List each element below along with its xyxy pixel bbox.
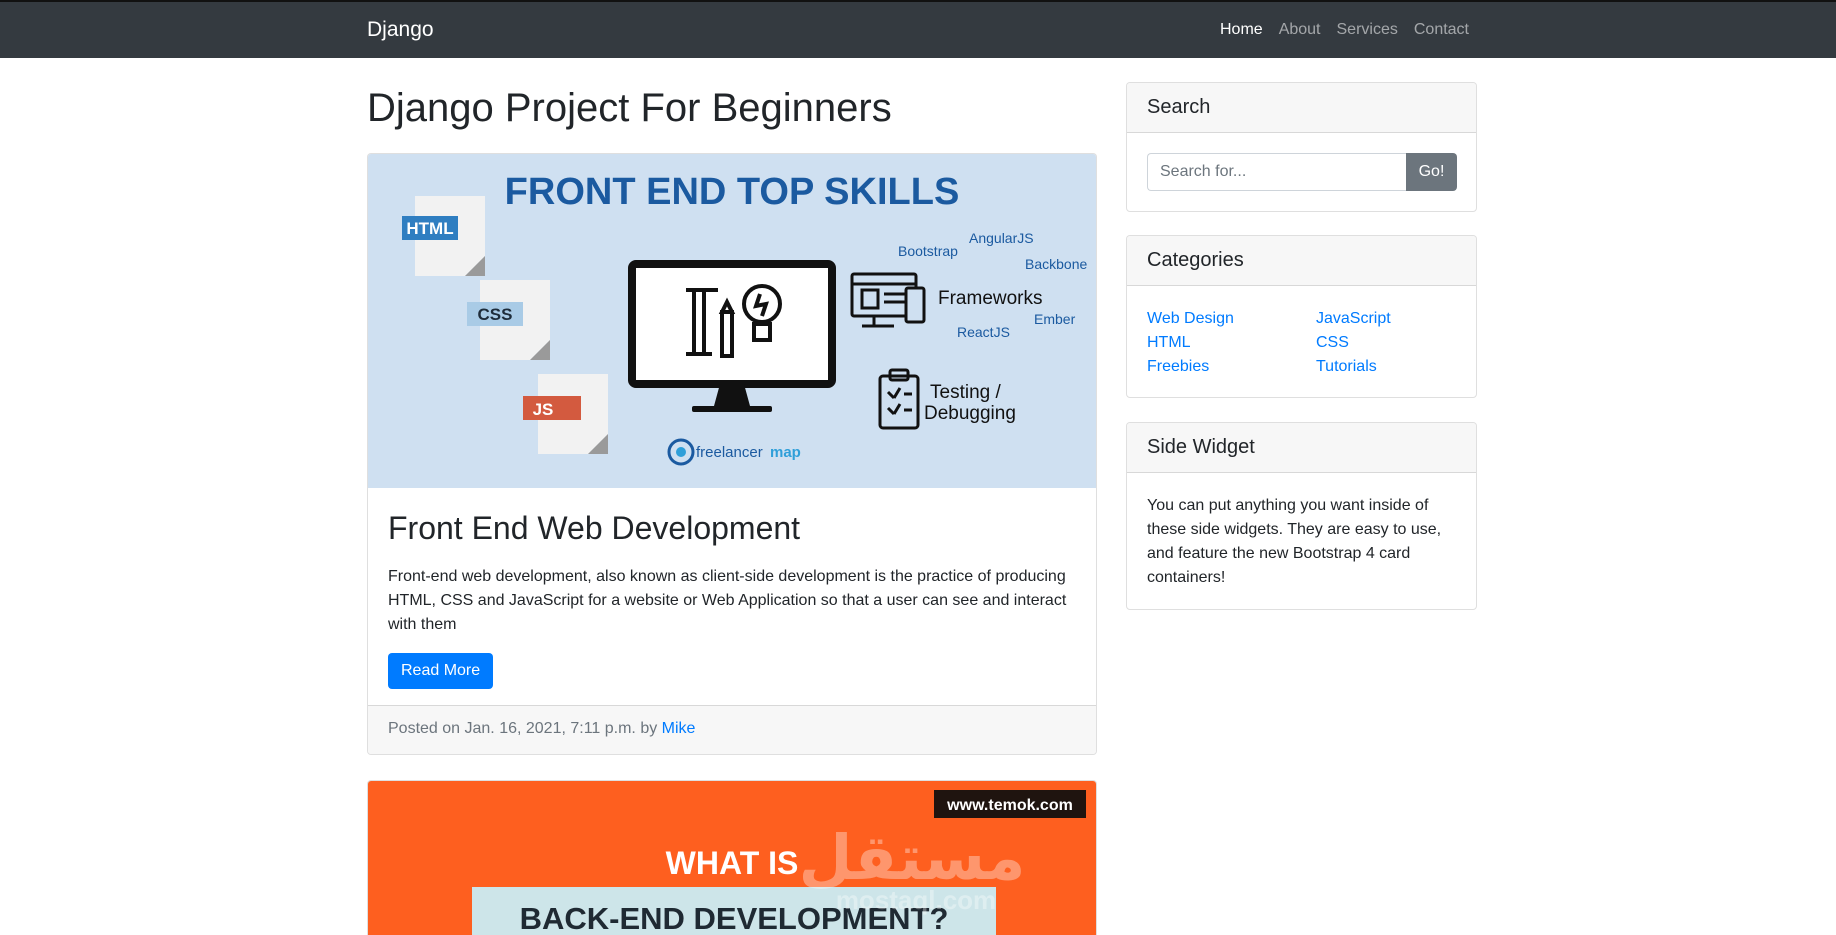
author-link[interactable]: Mike: [662, 720, 696, 737]
post-footer: Posted on Jan. 16, 2021, 7:11 p.m. by Mi…: [368, 705, 1096, 754]
svg-text:مستقل: مستقل: [799, 821, 1026, 894]
html-file-icon: HTML: [402, 196, 485, 276]
svg-text:Backbone: Backbone: [1025, 256, 1087, 272]
svg-text:Testing /: Testing /: [930, 382, 1001, 403]
category-link-javascript[interactable]: JavaScript: [1316, 310, 1391, 327]
page-title: Django Project For Beginners: [367, 86, 892, 130]
search-input[interactable]: [1147, 153, 1406, 191]
image-line-1: WHAT IS: [666, 845, 799, 881]
search-go-button[interactable]: Go!: [1406, 153, 1457, 191]
read-more-button[interactable]: Read More: [388, 653, 494, 689]
svg-text:map: map: [770, 444, 801, 461]
post-card-2: www.temok.com WHAT IS BACK-END DEVELOPME…: [367, 780, 1097, 935]
checklist-icon: [878, 368, 920, 430]
css-file-icon: CSS: [467, 280, 550, 360]
category-link-tutorials[interactable]: Tutorials: [1316, 358, 1377, 375]
nav-link-contact[interactable]: Contact: [1414, 21, 1469, 39]
svg-text:Debugging: Debugging: [924, 403, 1016, 424]
side-widget-title: Side Widget: [1127, 423, 1476, 473]
nav-link-home[interactable]: Home: [1220, 21, 1263, 39]
devices-icon: [850, 272, 926, 328]
category-link-freebies[interactable]: Freebies: [1147, 358, 1209, 375]
category-link-web-design[interactable]: Web Design: [1147, 310, 1234, 327]
post-meta: Posted on Jan. 16, 2021, 7:11 p.m. by: [388, 720, 658, 737]
categories-widget-title: Categories: [1127, 236, 1476, 286]
svg-text:freelancer: freelancer: [696, 444, 763, 461]
post-title: Front End Web Development: [388, 510, 801, 546]
categories-list: Web Design HTML Freebies JavaScript CSS …: [1147, 307, 1476, 379]
svg-text:JS: JS: [533, 400, 554, 419]
freelancermap-logo: freelancer map: [667, 438, 801, 466]
temok-badge: www.temok.com: [946, 797, 1073, 814]
categories-column-2: JavaScript CSS Tutorials: [1316, 307, 1476, 379]
category-link-css[interactable]: CSS: [1316, 334, 1349, 351]
category-link-html[interactable]: HTML: [1147, 334, 1191, 351]
nav-link-services[interactable]: Services: [1337, 21, 1398, 39]
svg-text:Frameworks: Frameworks: [938, 288, 1043, 309]
svg-text:mostaql.com: mostaql.com: [836, 885, 996, 915]
svg-text:CSS: CSS: [478, 305, 513, 324]
back-end-illustration: www.temok.com WHAT IS BACK-END DEVELOPME…: [472, 790, 1086, 935]
monitor-icon: [628, 260, 836, 412]
svg-text:HTML: HTML: [406, 219, 453, 238]
svg-text:AngularJS: AngularJS: [969, 230, 1034, 246]
svg-text:Bootstrap: Bootstrap: [898, 243, 958, 259]
post-image-back-end: www.temok.com WHAT IS BACK-END DEVELOPME…: [368, 781, 1096, 935]
navbar: Django Home About Services Contact: [0, 2, 1836, 58]
js-file-icon: JS: [523, 374, 608, 454]
image-headline: FRONT END TOP SKILLS: [505, 171, 960, 213]
svg-text:Ember: Ember: [1034, 311, 1076, 327]
search-widget-title: Search: [1127, 83, 1476, 133]
search-row: Go!: [1147, 153, 1457, 191]
side-widget-text: You can put anything you want inside of …: [1147, 497, 1442, 586]
navbar-brand[interactable]: Django: [367, 18, 434, 42]
post-image-front-end: FRONT END TOP SKILLS HTML CSS JS Bootstr…: [368, 154, 1096, 488]
post-body: Front End Web Development Front-end web …: [388, 510, 1078, 689]
categories-column-1: Web Design HTML Freebies: [1147, 307, 1316, 379]
post-excerpt: Front-end web development, also known as…: [388, 568, 1067, 633]
svg-text:ReactJS: ReactJS: [957, 324, 1010, 340]
search-widget: Search Go!: [1126, 82, 1477, 212]
nav-link-about[interactable]: About: [1279, 21, 1321, 39]
categories-widget: Categories Web Design HTML Freebies Java…: [1126, 235, 1477, 398]
front-end-skills-illustration: FRONT END TOP SKILLS HTML CSS JS Bootstr…: [402, 171, 1087, 466]
nav-links: Home About Services Contact: [1220, 21, 1469, 39]
post-card: FRONT END TOP SKILLS HTML CSS JS Bootstr…: [367, 153, 1097, 755]
side-widget: Side Widget You can put anything you wan…: [1126, 422, 1477, 610]
